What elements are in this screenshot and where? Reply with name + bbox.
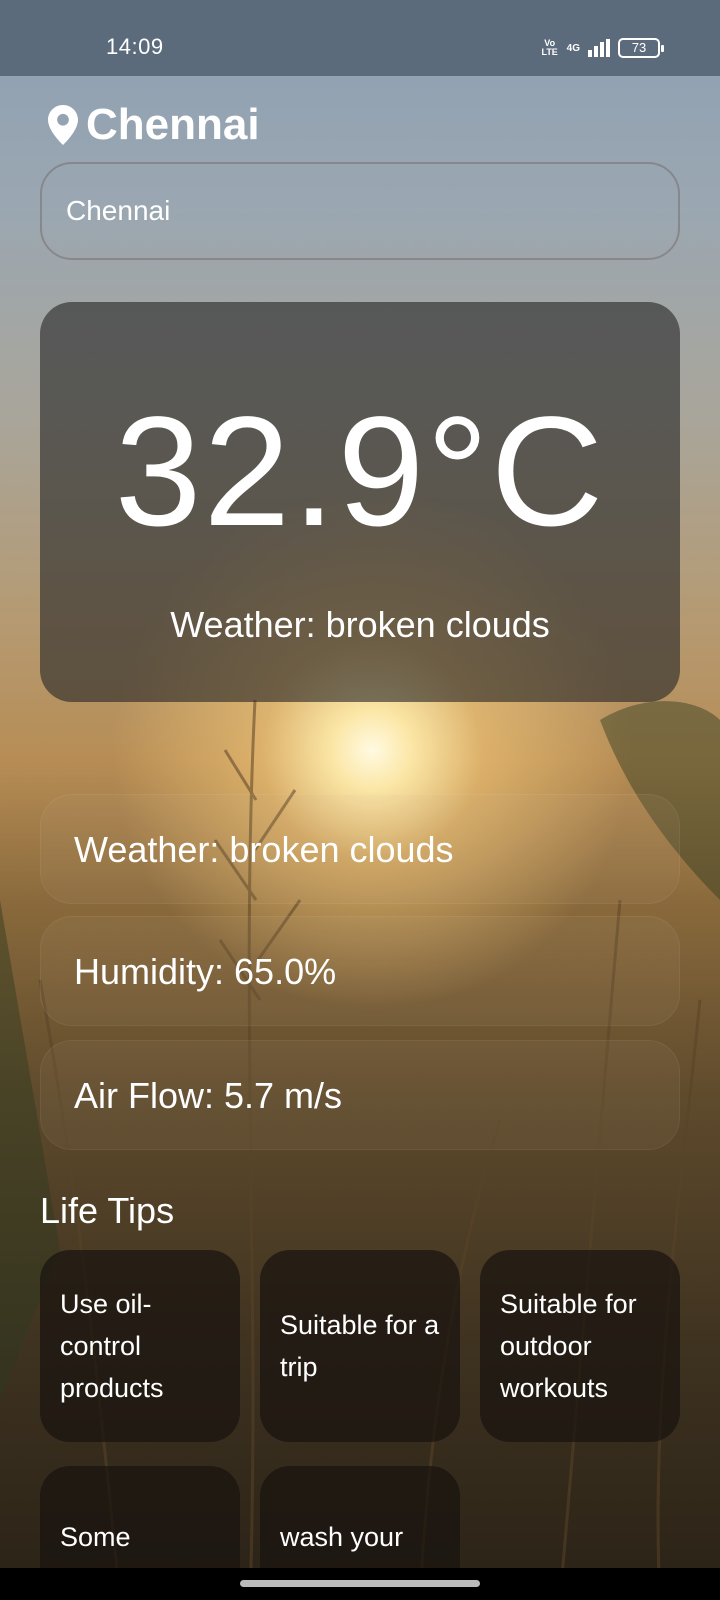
weather-description: Weather: broken clouds xyxy=(170,604,550,645)
current-weather-card: 32.9°C Weather: broken clouds xyxy=(40,302,680,702)
status-icons: Vo LTE 4G 73 xyxy=(541,36,664,60)
city-header: Chennai xyxy=(48,100,260,150)
detail-weather-label: Weather: broken clouds xyxy=(74,829,454,870)
detail-humidity-label: Humidity: 65.0% xyxy=(74,951,337,992)
tip-text: Suitable for a trip xyxy=(280,1310,440,1382)
tip-text: Suitable for outdoor workouts xyxy=(500,1289,637,1403)
tip-card[interactable]: Use oil-control products xyxy=(40,1250,240,1442)
life-tips-title: Life Tips xyxy=(40,1190,175,1231)
detail-humidity: Humidity: 65.0% xyxy=(40,916,680,1026)
network-type: 4G xyxy=(566,42,580,54)
detail-air-flow-label: Air Flow: 5.7 m/s xyxy=(74,1075,343,1116)
tip-text: wash your xyxy=(280,1522,404,1552)
city-search-input[interactable] xyxy=(40,162,680,260)
temperature-value: 32.9°C xyxy=(114,385,606,559)
battery-level: 73 xyxy=(631,40,647,55)
tip-card[interactable]: Some xyxy=(40,1466,240,1568)
tip-text: Use oil-control products xyxy=(60,1289,164,1403)
status-bar: 14:09 Vo LTE 4G 73 xyxy=(0,0,720,76)
detail-air-flow: Air Flow: 5.7 m/s xyxy=(40,1040,680,1150)
tip-text: Some xyxy=(60,1522,131,1552)
tip-card[interactable]: Suitable for outdoor workouts xyxy=(480,1250,680,1442)
signal-icon xyxy=(588,39,610,57)
detail-weather: Weather: broken clouds xyxy=(40,794,680,904)
tip-card[interactable]: wash your xyxy=(260,1466,460,1568)
page-title: Chennai xyxy=(86,100,260,149)
tip-card[interactable]: Suitable for a trip xyxy=(260,1250,460,1442)
volte-line2: LTE xyxy=(541,47,558,57)
battery-icon: 73 xyxy=(618,38,664,58)
volte-icon: Vo LTE xyxy=(541,39,559,57)
home-gesture-handle[interactable] xyxy=(240,1580,480,1587)
status-time: 14:09 xyxy=(106,34,164,59)
location-pin-icon xyxy=(48,105,78,145)
